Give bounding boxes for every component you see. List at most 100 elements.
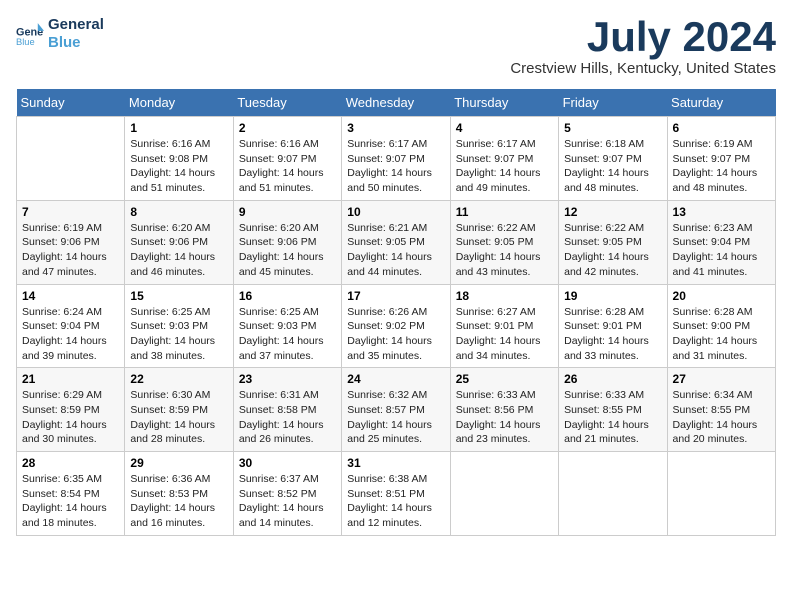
logo-text-line2: Blue	[48, 34, 104, 52]
calendar-cell: 9Sunrise: 6:20 AMSunset: 9:06 PMDaylight…	[233, 200, 341, 284]
calendar-cell: 18 Sunrise: 6:27 AMSunset: 9:01 PMDayligh…	[450, 284, 558, 368]
cell-info: Sunrise: 6:33 AMSunset: 8:55 PMDaylight:…	[564, 388, 661, 447]
calendar-week-1: 1 Sunrise: 6:16 AMSunset: 9:08 PMDaylight…	[17, 117, 776, 201]
cell-info: Sunrise: 6:36 AMSunset: 8:53 PMDaylight:…	[130, 472, 227, 531]
day-number: 1	[130, 121, 227, 135]
logo-icon: General Blue	[16, 20, 44, 48]
day-number: 24	[347, 372, 444, 386]
title-area: July 2024 Crestview Hills, Kentucky, Uni…	[510, 16, 776, 77]
calendar-cell: 1 Sunrise: 6:16 AMSunset: 9:08 PMDaylight…	[125, 117, 233, 201]
cell-info: Sunrise: 6:17 AMSunset: 9:07 PMDaylight:…	[456, 137, 553, 196]
cell-info: Sunrise: 6:38 AMSunset: 8:51 PMDaylight:…	[347, 472, 444, 531]
cell-info: Sunrise: 6:25 AMSunset: 9:03 PMDaylight:…	[130, 305, 227, 364]
cell-info: Sunrise: 6:17 AMSunset: 9:07 PMDaylight:…	[347, 137, 444, 196]
calendar-cell	[559, 452, 667, 536]
cell-info: Sunrise: 6:27 AMSunset: 9:01 PMDaylight:…	[456, 305, 553, 364]
calendar-cell: 28Sunrise: 6:35 AMSunset: 8:54 PMDayligh…	[17, 452, 125, 536]
calendar-cell: 31Sunrise: 6:38 AMSunset: 8:51 PMDayligh…	[342, 452, 450, 536]
cell-info: Sunrise: 6:32 AMSunset: 8:57 PMDaylight:…	[347, 388, 444, 447]
cell-info: Sunrise: 6:34 AMSunset: 8:55 PMDaylight:…	[673, 388, 770, 447]
day-number: 22	[130, 372, 227, 386]
calendar-cell: 21 Sunrise: 6:29 AMSunset: 8:59 PMDayligh…	[17, 368, 125, 452]
day-number: 20	[673, 289, 770, 303]
page-header: General Blue General Blue July 2024 Cres…	[16, 16, 776, 77]
calendar-cell: 16 Sunrise: 6:25 AMSunset: 9:03 PMDayligh…	[233, 284, 341, 368]
calendar-cell: 13 Sunrise: 6:23 AMSunset: 9:04 PMDayligh…	[667, 200, 775, 284]
header-sunday: Sunday	[17, 89, 125, 117]
calendar-cell: 3Sunrise: 6:17 AMSunset: 9:07 PMDaylight…	[342, 117, 450, 201]
cell-info: Sunrise: 6:26 AMSunset: 9:02 PMDaylight:…	[347, 305, 444, 364]
calendar-week-5: 28Sunrise: 6:35 AMSunset: 8:54 PMDayligh…	[17, 452, 776, 536]
day-number: 26	[564, 372, 661, 386]
day-number: 13	[673, 205, 770, 219]
calendar-cell: 14 Sunrise: 6:24 AMSunset: 9:04 PMDayligh…	[17, 284, 125, 368]
header-saturday: Saturday	[667, 89, 775, 117]
header-monday: Monday	[125, 89, 233, 117]
calendar-cell: 7 Sunrise: 6:19 AMSunset: 9:06 PMDaylight…	[17, 200, 125, 284]
day-number: 14	[22, 289, 119, 303]
calendar-cell: 30 Sunrise: 6:37 AMSunset: 8:52 PMDayligh…	[233, 452, 341, 536]
calendar-cell: 15 Sunrise: 6:25 AMSunset: 9:03 PMDayligh…	[125, 284, 233, 368]
calendar-subtitle: Crestview Hills, Kentucky, United States	[510, 60, 776, 77]
day-number: 29	[130, 456, 227, 470]
day-number: 21	[22, 372, 119, 386]
day-number: 16	[239, 289, 336, 303]
cell-info: Sunrise: 6:25 AMSunset: 9:03 PMDaylight:…	[239, 305, 336, 364]
day-number: 30	[239, 456, 336, 470]
calendar-cell: 10Sunrise: 6:21 AMSunset: 9:05 PMDayligh…	[342, 200, 450, 284]
day-number: 2	[239, 121, 336, 135]
calendar-cell: 23 Sunrise: 6:31 AMSunset: 8:58 PMDayligh…	[233, 368, 341, 452]
cell-info: Sunrise: 6:28 AMSunset: 9:00 PMDaylight:…	[673, 305, 770, 364]
day-number: 27	[673, 372, 770, 386]
cell-info: Sunrise: 6:33 AMSunset: 8:56 PMDaylight:…	[456, 388, 553, 447]
day-number: 9	[239, 205, 336, 219]
calendar-cell: 22 Sunrise: 6:30 AMSunset: 8:59 PMDayligh…	[125, 368, 233, 452]
header-thursday: Thursday	[450, 89, 558, 117]
cell-info: Sunrise: 6:23 AMSunset: 9:04 PMDaylight:…	[673, 221, 770, 280]
cell-info: Sunrise: 6:37 AMSunset: 8:52 PMDaylight:…	[239, 472, 336, 531]
calendar-week-2: 7 Sunrise: 6:19 AMSunset: 9:06 PMDaylight…	[17, 200, 776, 284]
day-number: 11	[456, 205, 553, 219]
cell-info: Sunrise: 6:19 AMSunset: 9:07 PMDaylight:…	[673, 137, 770, 196]
calendar-cell: 4 Sunrise: 6:17 AMSunset: 9:07 PMDaylight…	[450, 117, 558, 201]
cell-info: Sunrise: 6:22 AMSunset: 9:05 PMDaylight:…	[564, 221, 661, 280]
calendar-cell	[450, 452, 558, 536]
calendar-cell: 8 Sunrise: 6:20 AMSunset: 9:06 PMDaylight…	[125, 200, 233, 284]
cell-info: Sunrise: 6:19 AMSunset: 9:06 PMDaylight:…	[22, 221, 119, 280]
calendar-cell: 5 Sunrise: 6:18 AMSunset: 9:07 PMDaylight…	[559, 117, 667, 201]
cell-info: Sunrise: 6:29 AMSunset: 8:59 PMDaylight:…	[22, 388, 119, 447]
cell-info: Sunrise: 6:20 AMSunset: 9:06 PMDaylight:…	[130, 221, 227, 280]
cell-info: Sunrise: 6:16 AMSunset: 9:07 PMDaylight:…	[239, 137, 336, 196]
calendar-cell: 29 Sunrise: 6:36 AMSunset: 8:53 PMDayligh…	[125, 452, 233, 536]
day-number: 4	[456, 121, 553, 135]
calendar-week-4: 21 Sunrise: 6:29 AMSunset: 8:59 PMDayligh…	[17, 368, 776, 452]
day-number: 10	[347, 205, 444, 219]
cell-info: Sunrise: 6:24 AMSunset: 9:04 PMDaylight:…	[22, 305, 119, 364]
header-friday: Friday	[559, 89, 667, 117]
day-number: 19	[564, 289, 661, 303]
day-number: 5	[564, 121, 661, 135]
cell-info: Sunrise: 6:31 AMSunset: 8:58 PMDaylight:…	[239, 388, 336, 447]
day-number: 6	[673, 121, 770, 135]
day-number: 23	[239, 372, 336, 386]
day-number: 7	[22, 205, 119, 219]
day-number: 28	[22, 456, 119, 470]
cell-info: Sunrise: 6:16 AMSunset: 9:08 PMDaylight:…	[130, 137, 227, 196]
day-number: 15	[130, 289, 227, 303]
cell-info: Sunrise: 6:30 AMSunset: 8:59 PMDaylight:…	[130, 388, 227, 447]
calendar-cell: 20 Sunrise: 6:28 AMSunset: 9:00 PMDayligh…	[667, 284, 775, 368]
day-number: 18	[456, 289, 553, 303]
cell-info: Sunrise: 6:18 AMSunset: 9:07 PMDaylight:…	[564, 137, 661, 196]
calendar-week-3: 14 Sunrise: 6:24 AMSunset: 9:04 PMDayligh…	[17, 284, 776, 368]
calendar-cell: 12 Sunrise: 6:22 AMSunset: 9:05 PMDayligh…	[559, 200, 667, 284]
logo: General Blue General Blue	[16, 16, 104, 52]
calendar-cell: 2 Sunrise: 6:16 AMSunset: 9:07 PMDaylight…	[233, 117, 341, 201]
calendar-cell: 19 Sunrise: 6:28 AMSunset: 9:01 PMDayligh…	[559, 284, 667, 368]
calendar-table: SundayMondayTuesdayWednesdayThursdayFrid…	[16, 89, 776, 536]
calendar-title: July 2024	[510, 16, 776, 58]
day-number: 12	[564, 205, 661, 219]
cell-info: Sunrise: 6:28 AMSunset: 9:01 PMDaylight:…	[564, 305, 661, 364]
day-number: 8	[130, 205, 227, 219]
cell-info: Sunrise: 6:22 AMSunset: 9:05 PMDaylight:…	[456, 221, 553, 280]
calendar-cell: 17Sunrise: 6:26 AMSunset: 9:02 PMDayligh…	[342, 284, 450, 368]
